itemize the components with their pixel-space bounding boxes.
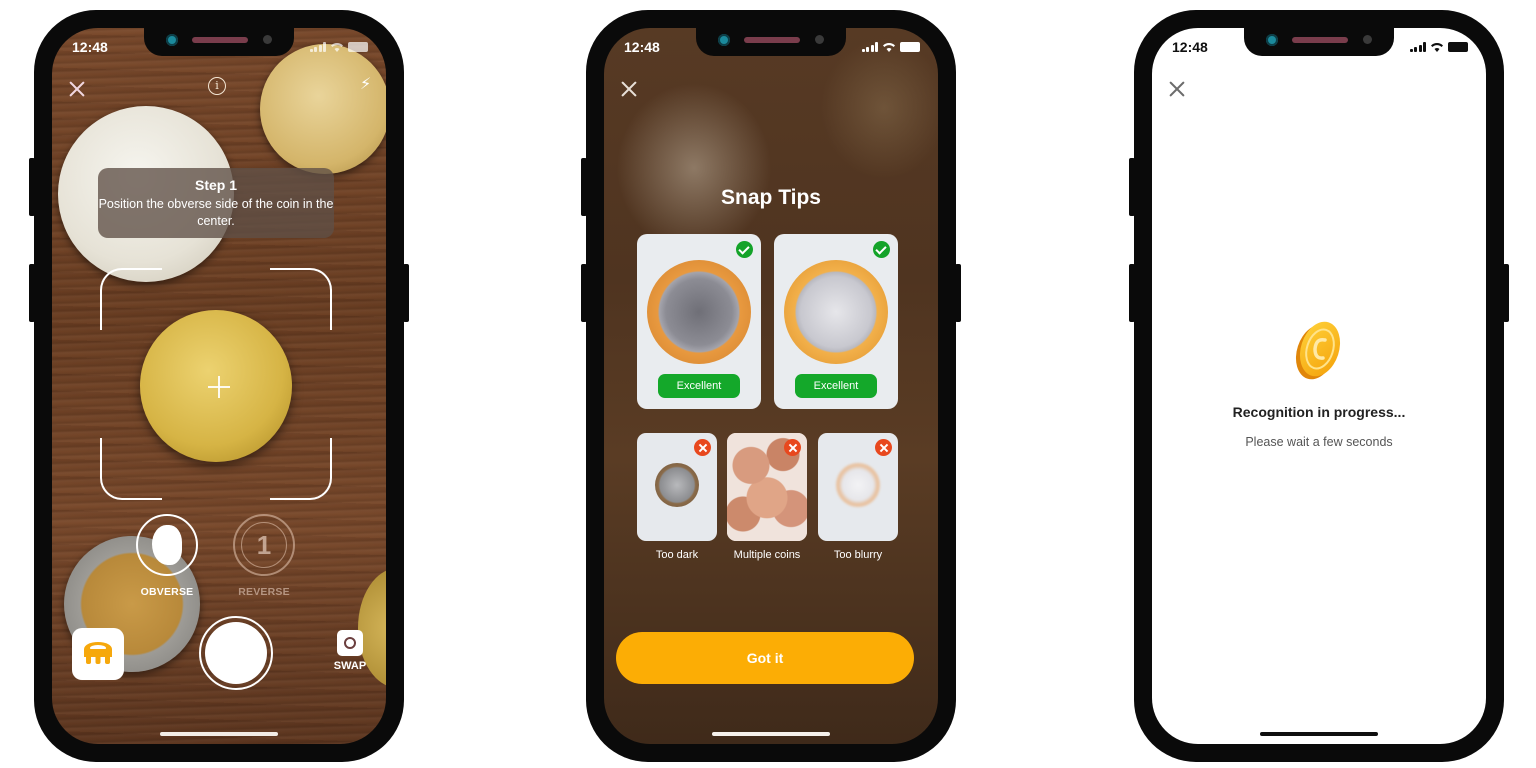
snap-tips-title: Snap Tips — [721, 186, 821, 209]
status-time: 12:48 — [1172, 39, 1208, 55]
close-icon[interactable] — [66, 78, 88, 100]
flash-icon[interactable]: ⚡ — [360, 74, 372, 96]
side-button — [1129, 158, 1135, 216]
side-button — [29, 158, 35, 216]
close-icon[interactable] — [1166, 78, 1188, 100]
notch — [1244, 28, 1394, 56]
step-title: Step 1 — [194, 177, 237, 193]
bad-example-label: Too blurry — [833, 549, 883, 561]
wifi-icon — [1431, 43, 1443, 52]
crosshair-icon — [208, 376, 230, 398]
close-icon[interactable] — [618, 78, 640, 100]
cross-icon — [784, 439, 801, 456]
signal-icon — [861, 42, 878, 52]
frame-corner — [100, 268, 162, 330]
recognition-view: 12:48 Recognition in progress... Please … — [1152, 28, 1486, 744]
battery-icon — [900, 42, 920, 52]
coin-image — [655, 463, 699, 507]
notch — [144, 28, 294, 56]
status-time: 12:48 — [72, 39, 108, 55]
bad-example-card — [818, 433, 898, 541]
reverse-label: REVERSE — [238, 586, 290, 598]
bad-example-label: Too dark — [655, 549, 699, 561]
bad-example-card — [637, 433, 717, 541]
background-coin — [260, 44, 386, 174]
head-profile-icon — [152, 525, 182, 565]
got-it-button[interactable]: Got it — [616, 632, 914, 684]
home-indicator[interactable] — [712, 732, 830, 736]
phone-snap-tips-screen: 12:48 Snap Tips Excellent Excellent Too … — [581, 10, 961, 762]
swap-label: SWAP — [333, 660, 367, 672]
status-time: 12:48 — [624, 39, 660, 55]
camera-viewfinder: 12:48 i ⚡ Step 1 Position the obverse si… — [52, 28, 386, 744]
check-icon — [736, 241, 753, 258]
coin-stack-icon — [84, 642, 112, 664]
good-example-card: Excellent — [637, 234, 761, 409]
step-instruction: Position the obverse side of the coin in… — [98, 197, 334, 228]
side-button — [581, 158, 587, 216]
obverse-label: OBVERSE — [140, 586, 194, 598]
good-example-card: Excellent — [774, 234, 898, 409]
phone-camera-screen: 12:48 i ⚡ Step 1 Position the obverse si… — [29, 10, 409, 762]
excellent-badge: Excellent — [658, 374, 740, 398]
excellent-badge: Excellent — [795, 374, 877, 398]
side-button — [29, 264, 35, 322]
info-icon[interactable]: i — [208, 77, 226, 95]
coin-image — [647, 260, 751, 364]
reverse-number-icon: 1 — [241, 522, 287, 568]
frame-corner — [270, 268, 332, 330]
bad-example-card — [727, 433, 807, 541]
swap-camera-icon — [337, 630, 363, 656]
frame-corner — [100, 438, 162, 500]
home-indicator[interactable] — [1260, 732, 1378, 736]
battery-icon — [1448, 42, 1468, 52]
reverse-button[interactable]: 1 — [233, 514, 295, 576]
step-tooltip: Step 1 Position the obverse side of the … — [98, 168, 334, 238]
coin-image — [836, 463, 880, 507]
snap-tips-modal: 12:48 Snap Tips Excellent Excellent Too … — [604, 28, 938, 744]
side-button — [403, 264, 409, 322]
home-indicator[interactable] — [160, 732, 278, 736]
swap-camera-button[interactable]: SWAP — [328, 630, 372, 672]
side-button — [1129, 264, 1135, 322]
battery-icon — [348, 42, 368, 52]
wifi-icon — [883, 43, 895, 52]
wifi-icon — [331, 43, 343, 52]
spinning-coin-icon — [1295, 321, 1341, 380]
frame-corner — [270, 438, 332, 500]
notch — [696, 28, 846, 56]
phone-recognition-screen: 12:48 Recognition in progress... Please … — [1129, 10, 1509, 762]
check-icon — [873, 241, 890, 258]
side-button — [581, 264, 587, 322]
collection-button[interactable] — [72, 628, 124, 680]
bad-example-label: Multiple coins — [733, 549, 801, 561]
coin-image — [784, 260, 888, 364]
cross-icon — [694, 439, 711, 456]
obverse-button[interactable] — [136, 514, 198, 576]
shutter-button[interactable] — [199, 616, 273, 690]
cross-icon — [875, 439, 892, 456]
signal-icon — [309, 42, 326, 52]
recognition-subtitle: Please wait a few seconds — [1245, 435, 1393, 449]
side-button — [955, 264, 961, 322]
recognition-title: Recognition in progress... — [1232, 404, 1406, 420]
signal-icon — [1409, 42, 1426, 52]
side-button — [1503, 264, 1509, 322]
